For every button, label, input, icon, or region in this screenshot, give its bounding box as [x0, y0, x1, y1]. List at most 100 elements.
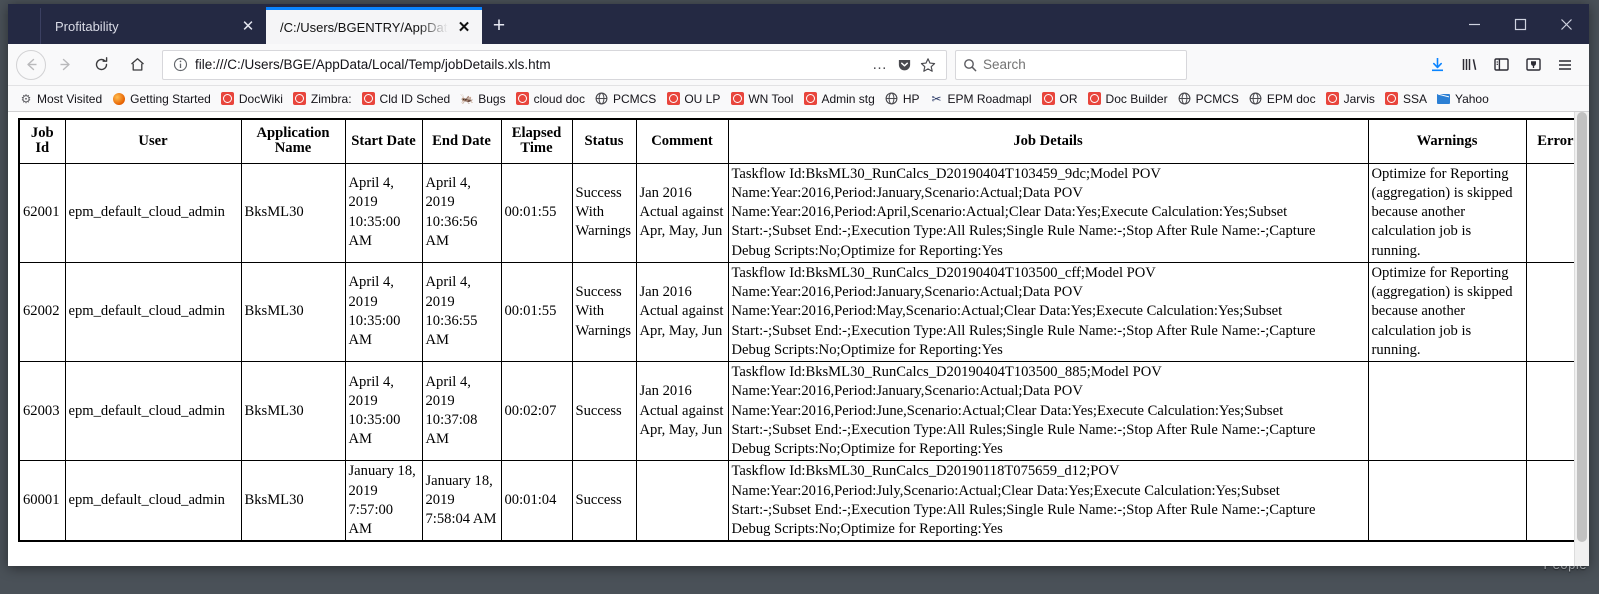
new-tab-button[interactable]: + — [482, 8, 516, 44]
bookmark-item[interactable]: OU LP — [661, 88, 725, 110]
mail-icon — [1437, 92, 1451, 106]
column-header-application-name: Application Name — [240, 118, 346, 164]
bookmark-label: Cld ID Sched — [379, 91, 451, 106]
bookmark-label: PCMCS — [1195, 91, 1239, 106]
column-header-comment: Comment — [635, 118, 729, 164]
cell-warnings — [1367, 460, 1527, 542]
browser-window: Profitability ✕ /C:/Users/BGENTRY/AppDat… — [8, 4, 1589, 566]
sidebar-icon[interactable] — [1485, 49, 1517, 81]
home-icon[interactable] — [120, 49, 154, 81]
close-button[interactable] — [1543, 4, 1589, 44]
container-tabs-icon[interactable] — [1517, 49, 1549, 81]
search-icon — [964, 58, 977, 71]
cell-application-name: BksML30 — [240, 360, 346, 462]
cell-user: epm_default_cloud_admin — [64, 261, 242, 363]
maximize-button[interactable] — [1497, 4, 1543, 44]
minimize-button[interactable] — [1451, 4, 1497, 44]
bookmark-item[interactable]: PCMCS — [590, 88, 661, 110]
reload-icon[interactable] — [84, 49, 118, 81]
bookmark-item[interactable]: Getting Started — [107, 88, 216, 110]
table-header: Job Id User Application Name Start Date … — [18, 118, 1574, 164]
column-header-start-date: Start Date — [344, 118, 423, 164]
page-actions-icon[interactable]: … — [868, 53, 892, 77]
bookmark-item[interactable]: PCMCS — [1173, 88, 1244, 110]
cell-warnings: Optimize for Reporting (aggregation) is … — [1367, 162, 1527, 263]
bookmark-item[interactable]: Cld ID Sched — [357, 88, 456, 110]
globe-icon — [1249, 92, 1263, 106]
cell-job-details: Taskflow Id:BksML30_RunCalcs_D20190404T1… — [727, 360, 1369, 462]
bookmark-item[interactable]: DocWiki — [216, 88, 288, 110]
bookmark-item[interactable]: HP — [880, 88, 925, 110]
search-placeholder: Search — [983, 57, 1026, 72]
tab-strip: Profitability ✕ /C:/Users/BGENTRY/AppDat… — [8, 4, 1589, 44]
scrollbar-thumb[interactable] — [1577, 112, 1587, 542]
cell-elapsed-time: 00:02:07 — [500, 360, 573, 462]
cell-job-id: 62002 — [18, 261, 66, 363]
cell-errors — [1525, 360, 1574, 462]
back-arrow-icon[interactable] — [16, 49, 46, 80]
cell-application-name: BksML30 — [240, 162, 346, 263]
window-drag-handle — [12, 4, 40, 44]
table-body: 62001 epm_default_cloud_admin BksML30 April… — [18, 162, 1574, 542]
cell-user: epm_default_cloud_admin — [64, 360, 242, 462]
bookmark-item[interactable]: OR — [1037, 88, 1083, 110]
bookmark-item[interactable]: EPM doc — [1244, 88, 1321, 110]
globe-icon — [1178, 92, 1192, 106]
bookmark-label: EPM doc — [1266, 91, 1316, 106]
cell-comment: Jan 2016 Actual against Apr, May, Jun — [635, 162, 729, 263]
cell-job-details: Taskflow Id:BksML30_RunCalcs_D20190118T0… — [727, 460, 1369, 542]
bookmark-item[interactable]: Admin stg — [798, 88, 879, 110]
tab-close-icon[interactable]: ✕ — [454, 17, 474, 37]
column-header-warnings: Warnings — [1367, 118, 1527, 164]
tab-close-icon[interactable]: ✕ — [238, 16, 258, 36]
gear-icon: ⚙ — [20, 91, 32, 106]
cell-job-id: 62003 — [18, 360, 66, 462]
bookmark-item[interactable]: 🦗 Bugs — [455, 88, 510, 110]
tab-job-details[interactable]: /C:/Users/BGENTRY/AppData/Loca ✕ — [266, 7, 482, 44]
bookmark-label: Yahoo — [1454, 91, 1489, 106]
bookmarks-bar: ⚙ Most Visited Getting Started DocWiki Zimbr… — [8, 86, 1589, 112]
bookmark-item[interactable]: Jarvis — [1321, 88, 1380, 110]
cell-end-date: April 4, 2019 10:37:08 AM — [421, 360, 502, 462]
bookmark-label: Admin stg — [821, 91, 875, 106]
cell-status: Success — [571, 360, 637, 462]
vertical-scrollbar[interactable] — [1574, 112, 1589, 566]
cell-errors — [1525, 162, 1574, 263]
column-header-end-date: End Date — [421, 118, 502, 164]
scissors-icon: ✂ — [931, 91, 942, 106]
bookmark-item[interactable]: SSA — [1380, 88, 1432, 110]
forward-arrow-icon[interactable] — [48, 49, 82, 81]
bookmark-item[interactable]: WN Tool — [725, 88, 798, 110]
bookmark-item[interactable]: ⚙ Most Visited — [14, 88, 107, 110]
info-circle-icon[interactable] — [169, 54, 191, 76]
bookmark-item[interactable]: Zimbra: — [288, 88, 357, 110]
bookmark-item[interactable]: Yahoo — [1432, 88, 1494, 110]
cell-status: Success — [571, 460, 637, 542]
cell-comment — [635, 460, 729, 542]
navigation-toolbar: file:///C:/Users/BGE/AppData/Local/Temp/… — [8, 44, 1589, 86]
library-icon[interactable] — [1453, 49, 1485, 81]
cell-elapsed-time: 00:01:55 — [500, 162, 573, 263]
cell-end-date: April 4, 2019 10:36:56 AM — [421, 162, 502, 263]
bookmark-label: Doc Builder — [1105, 91, 1168, 106]
red-circle-icon — [666, 92, 680, 106]
bookmark-item[interactable]: cloud doc — [511, 88, 590, 110]
download-arrow-icon[interactable] — [1421, 49, 1453, 81]
table-row: 62003 epm_default_cloud_admin BksML30 April… — [18, 360, 1574, 462]
bookmark-star-icon[interactable] — [916, 53, 940, 77]
search-input[interactable]: Search — [955, 49, 1187, 80]
bookmark-item[interactable]: ✂ EPM Roadmapl — [924, 88, 1036, 110]
bookmark-label: Most Visited — [37, 91, 103, 106]
column-header-job-id: Job Id — [18, 118, 66, 164]
cell-end-date: April 4, 2019 10:36:55 AM — [421, 261, 502, 363]
hamburger-menu-icon[interactable] — [1549, 49, 1581, 81]
bookmark-item[interactable]: Doc Builder — [1083, 88, 1173, 110]
cell-job-details: Taskflow Id:BksML30_RunCalcs_D20190404T1… — [727, 162, 1369, 263]
pocket-icon[interactable] — [892, 53, 916, 77]
tab-profitability[interactable]: Profitability ✕ — [40, 8, 266, 44]
url-bar[interactable]: file:///C:/Users/BGE/AppData/Local/Temp/… — [162, 49, 947, 80]
cell-user: epm_default_cloud_admin — [64, 162, 242, 263]
job-details-table: Job Id User Application Name Start Date … — [18, 118, 1574, 543]
red-circle-icon — [221, 92, 235, 106]
cell-application-name: BksML30 — [240, 460, 346, 542]
